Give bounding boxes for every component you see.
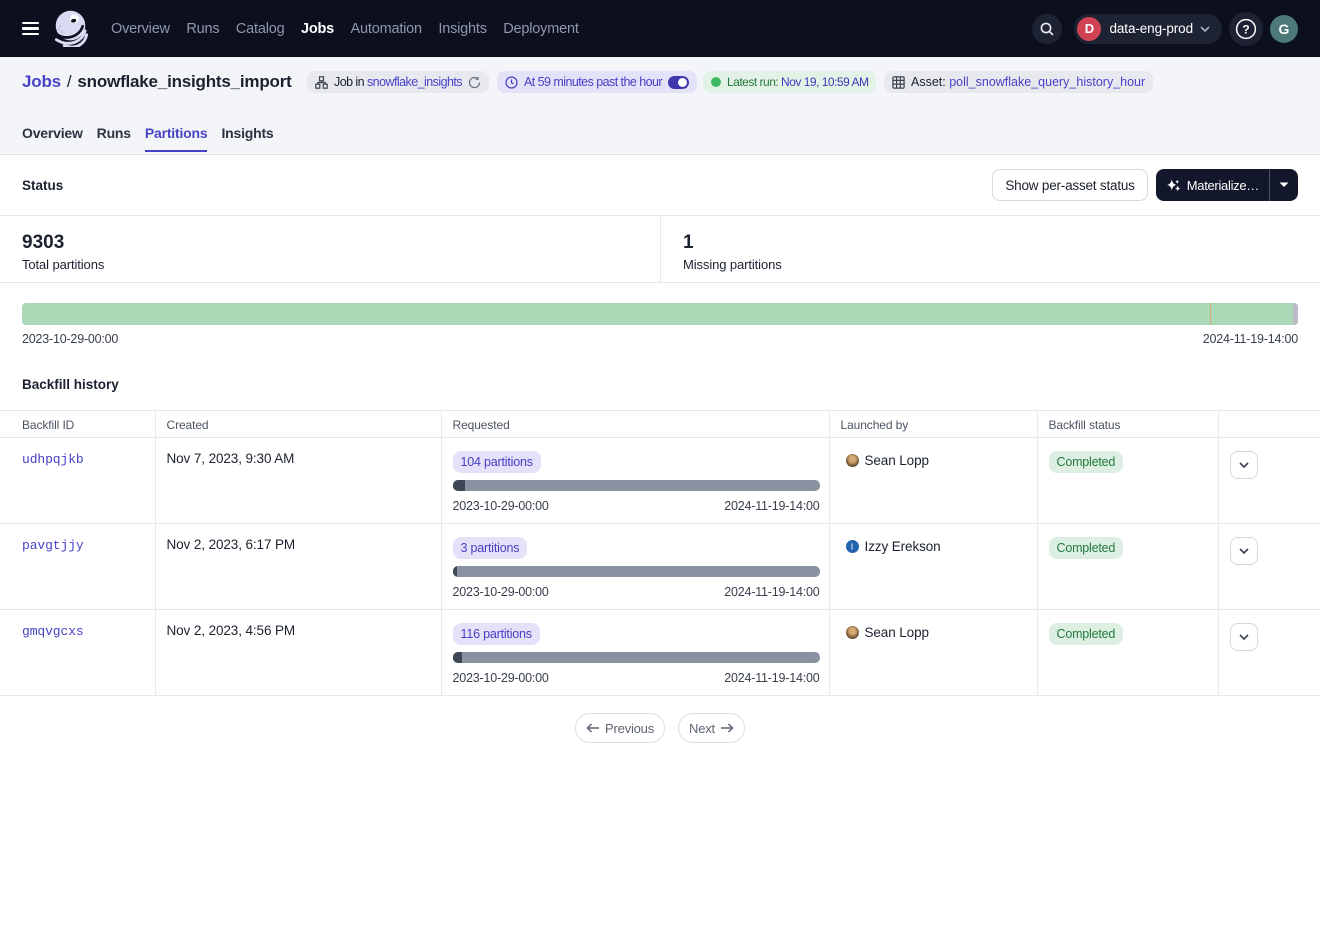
svg-text:?: ? — [1242, 22, 1249, 36]
